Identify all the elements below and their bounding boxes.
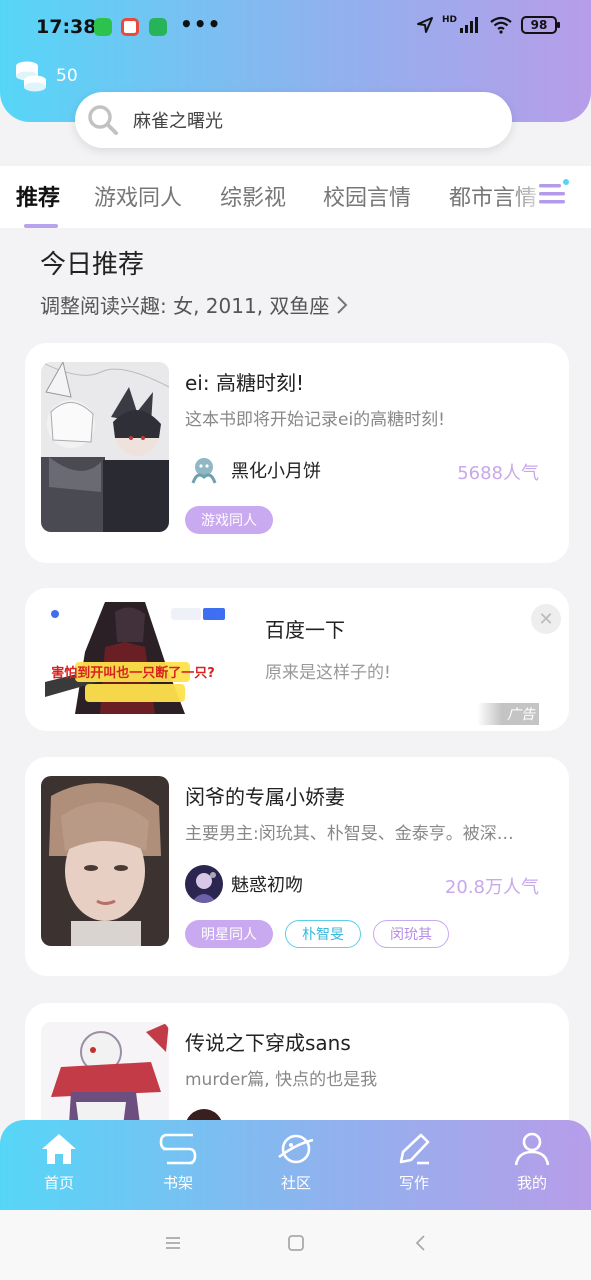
book-cover[interactable] bbox=[41, 362, 169, 532]
ad-title[interactable]: 百度一下 bbox=[265, 614, 345, 643]
signal-icon bbox=[460, 17, 478, 33]
nav-label: 书架 bbox=[162, 1174, 193, 1192]
section-title: 今日推荐 bbox=[40, 250, 145, 280]
status-bar: 17:38 ••• HD 98 bbox=[0, 0, 591, 54]
home-button-icon[interactable] bbox=[287, 1234, 305, 1252]
book-title[interactable]: ei: 高糖时刻! bbox=[185, 367, 304, 396]
menu-icon[interactable] bbox=[164, 1234, 182, 1252]
nav-profile[interactable]: 我的 bbox=[492, 1132, 572, 1193]
book-cover[interactable] bbox=[41, 776, 169, 946]
wechat-icon bbox=[94, 18, 112, 36]
close-ad-button[interactable]: ✕ bbox=[531, 604, 561, 634]
popularity-count: 5688人气 bbox=[457, 463, 539, 484]
ad-image[interactable]: 害怕到开叫也一只断了一只? bbox=[45, 602, 233, 714]
active-tab-indicator bbox=[24, 224, 58, 228]
coins-icon bbox=[16, 61, 46, 92]
ad-image-caption: 害怕到开叫也一只断了一只? bbox=[51, 665, 215, 681]
tab-game-fanfic[interactable]: 游戏同人 bbox=[94, 180, 182, 212]
pen-icon bbox=[399, 1133, 430, 1165]
book-card[interactable]: ei: 高糖时刻! 这本书即将开始记录ei的高糖时刻! 黑化小月饼 5688人气… bbox=[25, 343, 569, 563]
nav-label: 写作 bbox=[398, 1174, 429, 1192]
nav-write[interactable]: 写作 bbox=[374, 1132, 454, 1193]
ad-description: 原来是这样子的! bbox=[265, 663, 391, 683]
author-name: 魅惑初吻 bbox=[231, 875, 303, 896]
book-description: 主要男主:闵玧其、朴智旻、金泰亨。被深… bbox=[185, 824, 514, 844]
nav-home[interactable]: 首页 bbox=[19, 1132, 99, 1193]
user-icon bbox=[514, 1132, 550, 1166]
character-tag[interactable]: 朴智旻 bbox=[285, 920, 361, 948]
tab-campus-romance[interactable]: 校园言情 bbox=[323, 180, 411, 212]
network-label: HD bbox=[441, 15, 457, 25]
status-indicators: HD 98 bbox=[416, 15, 560, 34]
bottom-navigation: 首页 书架 社区 写作 我的 bbox=[0, 1120, 591, 1210]
bookshelf-icon bbox=[159, 1133, 197, 1165]
book-description: murder篇, 快点的也是我 bbox=[185, 1070, 378, 1090]
character-tag[interactable]: 闵玧其 bbox=[373, 920, 449, 948]
book-title[interactable]: 闵爷的专属小娇妻 bbox=[185, 781, 345, 810]
nav-label: 首页 bbox=[43, 1174, 74, 1192]
tag-list: 明星同人 朴智旻 闵玧其 bbox=[185, 920, 449, 948]
status-time: 17:38 bbox=[36, 16, 97, 38]
tab-recommend[interactable]: 推荐 bbox=[16, 180, 60, 212]
download-icon bbox=[149, 18, 167, 36]
popularity-count: 20.8万人气 bbox=[444, 877, 539, 898]
tab-film-tv[interactable]: 综影视 bbox=[220, 180, 286, 212]
coin-count: 50 bbox=[56, 66, 78, 86]
author-info[interactable]: 黑化小月饼 bbox=[185, 451, 321, 489]
system-navigation-bar bbox=[0, 1210, 591, 1280]
nav-label: 社区 bbox=[280, 1174, 311, 1192]
wifi-icon bbox=[490, 16, 512, 34]
nav-community[interactable]: 社区 bbox=[256, 1132, 336, 1193]
category-tag[interactable]: 明星同人 bbox=[185, 920, 273, 948]
category-tag[interactable]: 游戏同人 bbox=[185, 506, 273, 534]
more-notifications-icon: ••• bbox=[180, 12, 222, 36]
search-placeholder: 麻雀之曙光 bbox=[133, 111, 223, 132]
reading-interest-text: 调整阅读兴趣: 女, 2011, 双鱼座 bbox=[40, 294, 330, 318]
battery-indicator: 98 bbox=[521, 16, 560, 34]
coin-balance[interactable]: 50 bbox=[14, 60, 78, 92]
book-description: 这本书即将开始记录ei的高糖时刻! bbox=[185, 410, 445, 430]
search-bar[interactable]: 麻雀之曙光 bbox=[75, 92, 512, 148]
author-name: 黑化小月饼 bbox=[231, 461, 321, 482]
chevron-right-icon bbox=[337, 295, 348, 314]
category-menu-icon[interactable] bbox=[539, 178, 571, 208]
ad-card[interactable]: 害怕到开叫也一只断了一只? 百度一下 原来是这样子的! ✕ 广告 bbox=[25, 588, 569, 731]
home-icon bbox=[42, 1134, 76, 1164]
search-icon bbox=[88, 105, 118, 135]
tag-list: 游戏同人 bbox=[185, 506, 273, 534]
ad-label: 广告 bbox=[477, 703, 539, 725]
book-card[interactable]: 闵爷的专属小娇妻 主要男主:闵玧其、朴智旻、金泰亨。被深… 魅惑初吻 20.8万… bbox=[25, 757, 569, 976]
avatar bbox=[185, 865, 223, 903]
nav-label: 我的 bbox=[516, 1174, 547, 1192]
reading-interest-link[interactable]: 调整阅读兴趣: 女, 2011, 双鱼座 bbox=[40, 290, 349, 319]
book-title[interactable]: 传说之下穿成sans bbox=[185, 1027, 351, 1056]
avatar bbox=[185, 451, 223, 489]
nav-bookshelf[interactable]: 书架 bbox=[138, 1132, 218, 1193]
location-icon bbox=[416, 17, 433, 33]
category-tabs: 推荐 游戏同人 综影视 校园言情 都市言情 bbox=[0, 166, 591, 228]
author-info[interactable]: 魅惑初吻 bbox=[185, 865, 303, 903]
planet-icon bbox=[278, 1134, 314, 1164]
back-icon[interactable] bbox=[412, 1234, 430, 1252]
app-notification-icon bbox=[121, 18, 139, 36]
close-icon: ✕ bbox=[538, 608, 554, 630]
